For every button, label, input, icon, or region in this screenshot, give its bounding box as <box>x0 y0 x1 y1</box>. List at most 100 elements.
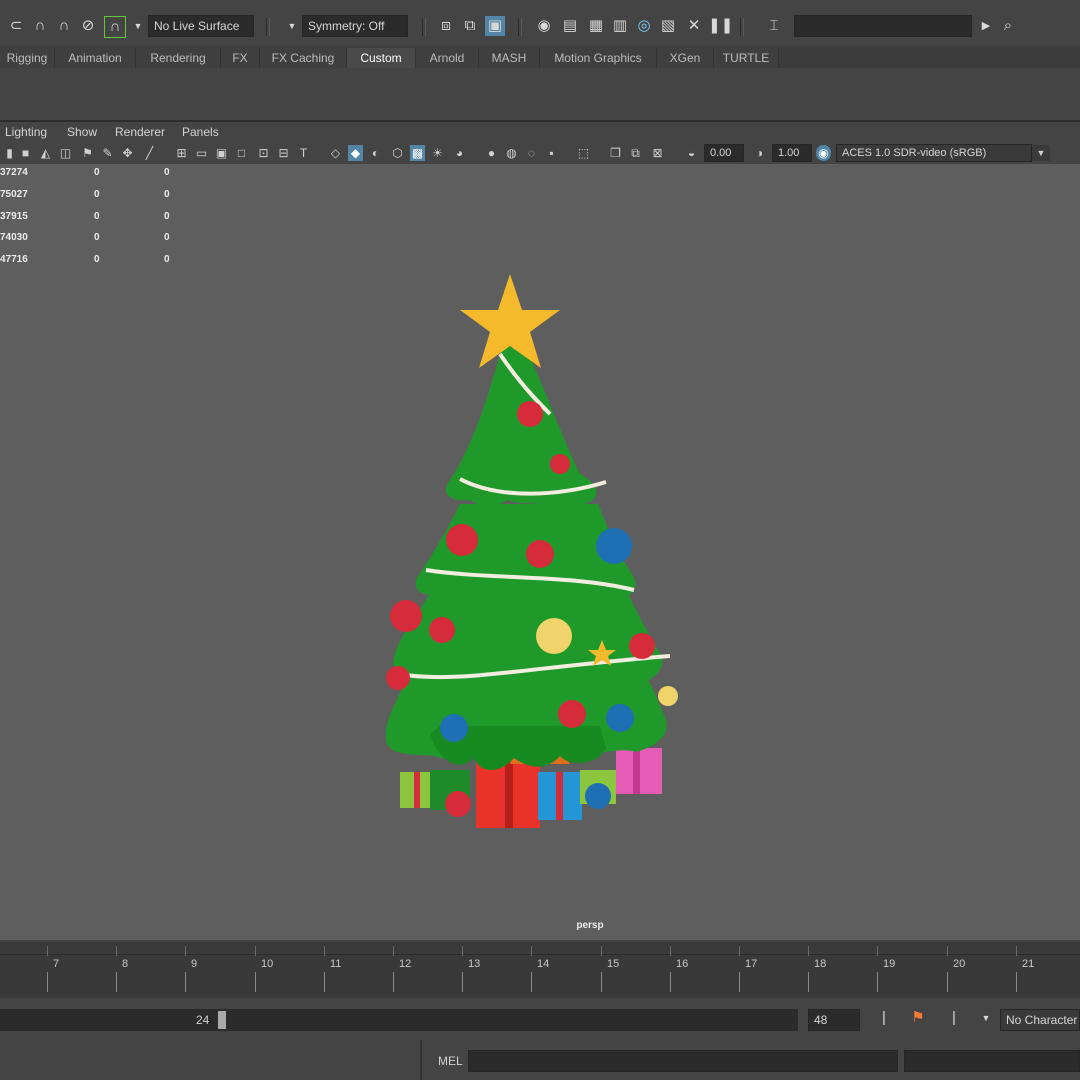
render-current-icon[interactable]: ▤ <box>560 16 580 36</box>
xray-joints-icon[interactable]: ⧉ <box>628 145 643 161</box>
snap-grid-icon[interactable]: ⊂ <box>6 16 26 36</box>
select-camera-icon[interactable]: ▮ <box>2 145 17 161</box>
render-settings-icon[interactable]: ▣ <box>485 16 505 36</box>
tab-custom[interactable]: Custom <box>347 48 416 68</box>
camera-icon[interactable]: ■ <box>18 145 33 161</box>
range-slider-handle[interactable] <box>218 1011 226 1029</box>
shadows-icon[interactable]: ◕ <box>452 145 467 161</box>
end-frame-field[interactable]: 48 <box>808 1009 860 1031</box>
wireframe-on-shaded-icon[interactable]: ⬡ <box>390 145 405 161</box>
use-all-lights-icon[interactable]: ☀ <box>430 145 445 161</box>
timeline-tick <box>255 946 256 956</box>
tab-motion-graphics[interactable]: Motion Graphics <box>540 48 657 68</box>
chevron-down-icon[interactable]: ▼ <box>976 1008 996 1028</box>
tab-rigging[interactable]: Rigging <box>0 48 55 68</box>
tab-animation[interactable]: Animation <box>55 48 136 68</box>
range-slider-track[interactable]: 24 <box>0 1009 798 1031</box>
symmetry-field[interactable]: Symmetry: Off <box>302 15 408 37</box>
search-icon[interactable]: ⌕ <box>998 16 1018 36</box>
brush-icon[interactable]: ╱ <box>142 145 157 161</box>
chevron-down-icon[interactable]: ▼ <box>128 16 148 36</box>
snap-point-icon[interactable]: ∩ <box>54 16 74 36</box>
render-globals-icon[interactable]: ▥ <box>610 16 630 36</box>
quick-selection-field[interactable] <box>794 15 972 37</box>
character-set-dropdown[interactable]: No Character <box>1000 1009 1080 1031</box>
tab-fx[interactable]: FX <box>221 48 260 68</box>
field-chart-icon[interactable]: ⊡ <box>256 145 271 161</box>
render-view-icon[interactable]: ◉ <box>534 16 554 36</box>
timeline-tick-label: 12 <box>399 958 412 970</box>
xray-icon[interactable]: ❐ <box>608 145 623 161</box>
tab-fx-caching[interactable]: FX Caching <box>260 48 347 68</box>
safe-action-icon[interactable]: ⊟ <box>276 145 291 161</box>
timeline-tick <box>393 946 394 956</box>
timeline-tick <box>462 972 463 992</box>
exposure-icon[interactable]: ◒ <box>684 145 699 161</box>
resolution-gate-icon[interactable]: ▣ <box>214 145 229 161</box>
gamma-field[interactable]: 1.00 <box>772 144 812 162</box>
tab-turtle[interactable]: TURTLE <box>714 48 779 68</box>
exposure-field[interactable]: 0.00 <box>704 144 744 162</box>
tab-arnold[interactable]: Arnold <box>416 48 479 68</box>
two-d-pan-icon[interactable]: ✎ <box>100 145 115 161</box>
range-separator-icon: | <box>952 1009 956 1026</box>
bookmark-icon[interactable]: ◫ <box>58 145 73 161</box>
ipr-icon[interactable]: ▦ <box>586 16 606 36</box>
film-gate-icon[interactable]: ▭ <box>194 145 209 161</box>
toolbar-separator <box>422 18 426 36</box>
render-frame-icon[interactable]: ⧈ <box>436 16 456 36</box>
live-surface-field[interactable]: No Live Surface <box>148 15 254 37</box>
ambient-occlusion-icon[interactable]: ● <box>484 145 499 161</box>
menu-panels[interactable]: Panels <box>182 125 219 139</box>
bookmark-add-icon[interactable]: ⚑ <box>908 1008 928 1028</box>
chevron-right-icon[interactable]: ▶ <box>976 16 996 36</box>
timeline-tick <box>670 972 671 992</box>
view-transform-dropdown[interactable]: ACES 1.0 SDR-video (sRGB) <box>836 144 1032 162</box>
christmas-tree-model[interactable] <box>370 264 690 844</box>
chevron-down-icon[interactable]: ▼ <box>282 16 302 36</box>
menu-lighting[interactable]: Lighting <box>5 125 47 139</box>
menu-renderer[interactable]: Renderer <box>115 125 165 139</box>
timeline-tick <box>1016 972 1017 992</box>
ipr-render-icon[interactable]: ⧉ <box>460 16 480 36</box>
image-plane-icon[interactable]: ⚑ <box>80 145 95 161</box>
xray-components-icon[interactable]: ⊠ <box>650 145 665 161</box>
range-separator-icon: | <box>882 1009 886 1026</box>
menu-show[interactable]: Show <box>67 125 97 139</box>
shelf-content <box>0 68 1080 118</box>
smooth-shade-icon[interactable]: ◆ <box>348 145 363 161</box>
wireframe-icon[interactable]: ◇ <box>328 145 343 161</box>
camera-attributes-icon[interactable]: ◭ <box>38 145 53 161</box>
command-language-label[interactable]: MEL <box>438 1054 463 1068</box>
tab-rendering[interactable]: Rendering <box>136 48 221 68</box>
snap-view-icon[interactable]: ⊘ <box>78 16 98 36</box>
input-field-icon[interactable]: ⌶ <box>764 16 784 36</box>
anti-aliasing-icon[interactable]: ◌ <box>524 145 539 161</box>
command-input[interactable] <box>468 1050 898 1072</box>
stop-ipr-icon[interactable]: ✕ <box>684 16 704 36</box>
render-sequence-icon[interactable]: ▧ <box>658 16 678 36</box>
snap-curve-icon[interactable]: ∩ <box>30 16 50 36</box>
chevron-down-icon[interactable]: ▼ <box>1032 145 1050 161</box>
gamma-icon[interactable]: ◑ <box>752 145 767 161</box>
color-management-icon[interactable]: ◉ <box>816 145 831 161</box>
tab-mash[interactable]: MASH <box>479 48 540 68</box>
snap-live-icon[interactable]: ∩ <box>104 16 126 38</box>
default-material-icon[interactable]: ◐ <box>368 145 383 161</box>
hud-value: 0 <box>94 167 100 178</box>
gate-mask-icon[interactable]: □ <box>234 145 249 161</box>
pause-icon[interactable]: ❚❚ <box>708 16 733 36</box>
textured-icon[interactable]: ▩ <box>410 145 425 161</box>
depth-of-field-icon[interactable]: ▪ <box>544 145 559 161</box>
hypershade-icon[interactable]: ◎ <box>634 16 654 36</box>
motion-blur-icon[interactable]: ◍ <box>504 145 519 161</box>
grease-pencil-icon[interactable]: ✥ <box>120 145 135 161</box>
timeline-tick <box>808 946 809 956</box>
tab-xgen[interactable]: XGen <box>657 48 714 68</box>
perspective-viewport[interactable]: 37274 0 0 75027 0 0 37915 0 0 74030 0 0 … <box>0 164 1080 940</box>
panel-divider[interactable] <box>0 120 1080 122</box>
isolate-select-icon[interactable]: ⬚ <box>576 145 591 161</box>
safe-title-icon[interactable]: T <box>296 145 311 161</box>
timeline-tick-label: 7 <box>53 958 60 970</box>
grid-icon[interactable]: ⊞ <box>174 145 189 161</box>
